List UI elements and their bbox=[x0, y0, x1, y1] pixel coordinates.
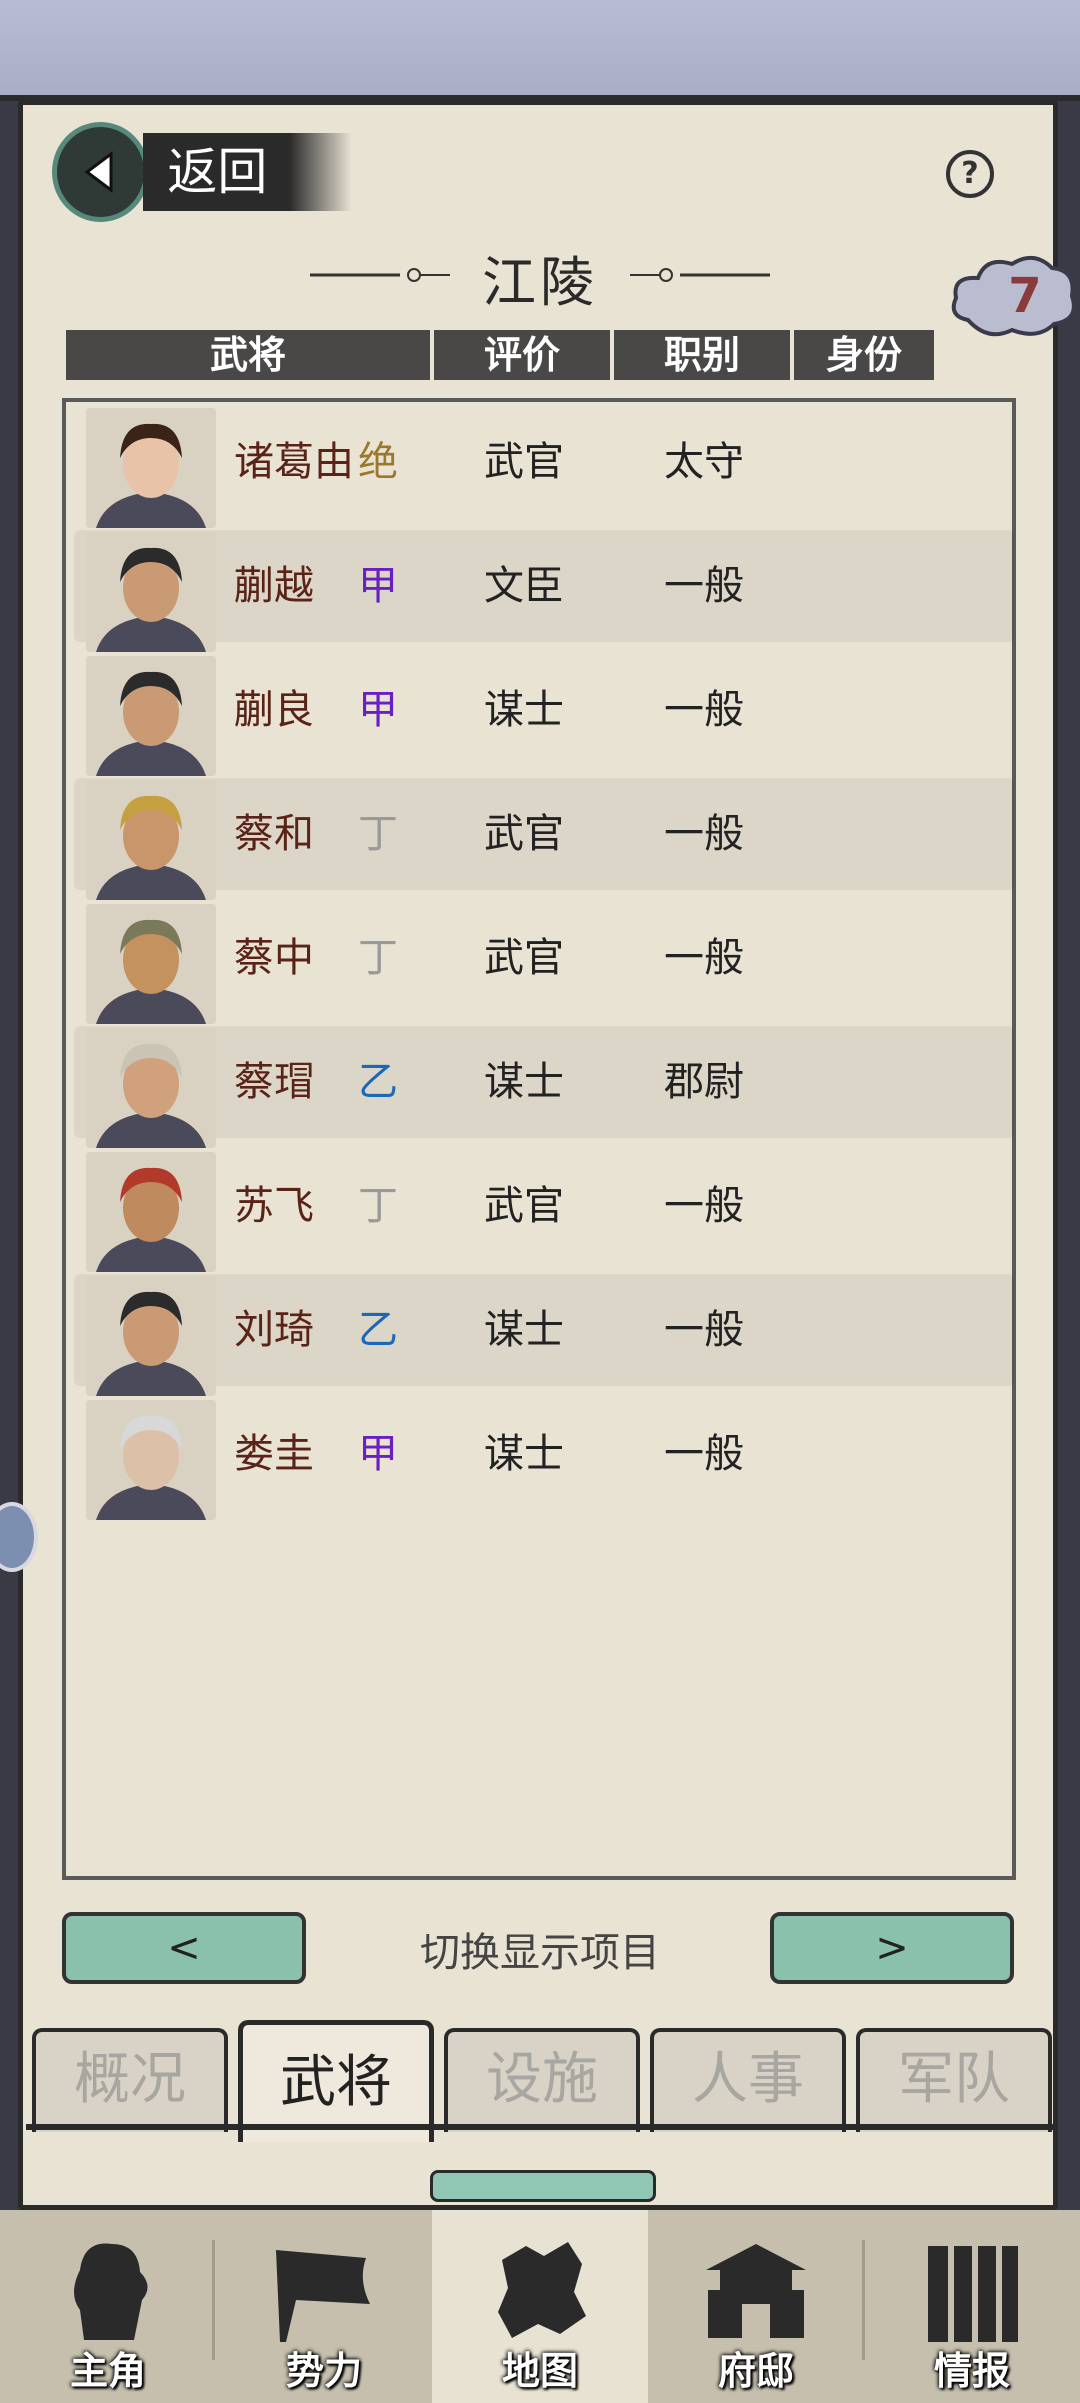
general-name: 苏飞 bbox=[234, 1183, 314, 1229]
general-status: 一般 bbox=[664, 811, 744, 857]
tab-army[interactable]: 军队 bbox=[856, 2028, 1052, 2132]
nav-mansion[interactable]: 府邸 bbox=[648, 2210, 864, 2403]
general-rating: 甲 bbox=[358, 1431, 398, 1477]
general-row[interactable]: 蔡瑁乙 谋士 郡尉 bbox=[74, 1026, 1014, 1148]
nav-label-forces: 势力 bbox=[285, 2349, 362, 2393]
tab-overview[interactable]: 概况 bbox=[32, 2028, 228, 2132]
column-header-post[interactable]: 职别 bbox=[614, 330, 790, 380]
general-status: 一般 bbox=[664, 563, 744, 609]
general-name: 蒯良 bbox=[234, 687, 314, 733]
general-rating: 乙 bbox=[358, 1059, 398, 1105]
general-table: 诸葛由绝武官 太守 蒯越甲文臣 一般 蒯良甲谋士 一般 蔡和丁武官 一般 蔡中丁武官 一般 蔡瑁乙谋… bbox=[62, 398, 1016, 1880]
title-ornament-right bbox=[630, 268, 770, 282]
general-post: 谋士 bbox=[484, 1059, 564, 1105]
tab-facilities[interactable]: 设施 bbox=[444, 2028, 640, 2132]
general-name: 蔡瑁 bbox=[234, 1059, 314, 1105]
general-name: 蔡中 bbox=[234, 935, 314, 981]
flag-icon bbox=[276, 2250, 370, 2342]
column-header-rating[interactable]: 评价 bbox=[434, 330, 610, 380]
column-header-status[interactable]: 身份 bbox=[794, 330, 934, 380]
general-row[interactable]: 刘琦乙 谋士 一般 bbox=[74, 1274, 1014, 1396]
tab-personnel[interactable]: 人事 bbox=[650, 2028, 846, 2132]
general-portrait bbox=[86, 532, 216, 652]
general-post: 武官 bbox=[484, 811, 564, 857]
nav-label-intel: 情报 bbox=[933, 2349, 1010, 2393]
general-portrait bbox=[86, 408, 216, 528]
general-post: 武官 bbox=[484, 935, 564, 981]
prev-page-button[interactable]: < bbox=[62, 1912, 306, 1984]
general-post: 武官 bbox=[484, 1183, 564, 1229]
general-rating: 丁 bbox=[358, 935, 398, 981]
general-post: 谋士 bbox=[484, 1307, 564, 1353]
nav-divider bbox=[212, 2240, 215, 2360]
back-arrow-icon bbox=[52, 122, 150, 222]
general-portrait bbox=[86, 1152, 216, 1272]
back-label: 返回 bbox=[143, 133, 352, 211]
general-row[interactable]: 娄圭甲 谋士 一般 bbox=[74, 1398, 1014, 1520]
switch-display-label: 切换显示项目 bbox=[420, 1930, 660, 1976]
general-portrait bbox=[86, 780, 216, 900]
general-status: 一般 bbox=[664, 1183, 744, 1229]
general-name: 刘琦 bbox=[234, 1307, 314, 1353]
nav-label-map: 地图 bbox=[501, 2349, 578, 2393]
general-post: 武官 bbox=[484, 439, 564, 485]
column-header-general[interactable]: 武将 bbox=[66, 330, 430, 380]
general-name: 蔡和 bbox=[234, 811, 314, 857]
tab-bar-divider bbox=[26, 2124, 1056, 2130]
general-portrait bbox=[86, 1400, 216, 1520]
general-portrait bbox=[86, 1276, 216, 1396]
general-status: 太守 bbox=[664, 439, 744, 485]
general-name: 蒯越 bbox=[234, 563, 314, 609]
nav-forces[interactable]: 势力 bbox=[216, 2210, 432, 2403]
nav-protagonist[interactable]: 主角 bbox=[0, 2210, 216, 2403]
general-rating: 乙 bbox=[358, 1307, 398, 1353]
general-status: 一般 bbox=[664, 935, 744, 981]
nav-intel[interactable]: 情报 bbox=[864, 2210, 1080, 2403]
general-post: 谋士 bbox=[484, 687, 564, 733]
general-status: 一般 bbox=[664, 687, 744, 733]
back-button[interactable]: 返回 bbox=[52, 122, 352, 222]
general-row[interactable]: 苏飞丁 武官 一般 bbox=[74, 1150, 1014, 1272]
nav-label-protagonist: 主角 bbox=[69, 2349, 146, 2393]
general-post: 文臣 bbox=[484, 563, 564, 609]
general-rating: 甲 bbox=[358, 563, 398, 609]
general-status: 一般 bbox=[664, 1431, 744, 1477]
general-row[interactable]: 蔡中丁 武官 一般 bbox=[74, 902, 1014, 1024]
general-portrait bbox=[86, 656, 216, 776]
nav-scroll-knob bbox=[430, 2170, 656, 2202]
nav-label-mansion: 府邸 bbox=[717, 2349, 794, 2393]
badge-count: 7 bbox=[1008, 268, 1042, 324]
general-status: 郡尉 bbox=[664, 1059, 744, 1105]
general-rating: 丁 bbox=[358, 811, 398, 857]
general-status: 一般 bbox=[664, 1307, 744, 1353]
general-row[interactable]: 蔡和丁 武官 一般 bbox=[74, 778, 1014, 900]
general-row[interactable]: 诸葛由绝武官 太守 bbox=[74, 406, 1014, 528]
mansion-icon bbox=[706, 2244, 806, 2338]
next-page-button[interactable]: > bbox=[770, 1912, 1014, 1984]
general-rating: 甲 bbox=[358, 687, 398, 733]
general-portrait bbox=[86, 904, 216, 1024]
warrior-head-icon bbox=[74, 2243, 148, 2340]
general-post: 谋士 bbox=[484, 1431, 564, 1477]
general-portrait bbox=[86, 1028, 216, 1148]
bottom-navigation: 主角 势力 地图 府邸 情报 bbox=[0, 2210, 1080, 2403]
decorative-top-band bbox=[0, 0, 1080, 101]
general-row[interactable]: 蒯良甲 谋士 一般 bbox=[74, 654, 1014, 776]
general-rating: 绝 bbox=[358, 439, 398, 485]
general-rating: 丁 bbox=[358, 1183, 398, 1229]
nav-map[interactable]: 地图 bbox=[432, 2210, 648, 2403]
general-row[interactable]: 蒯越甲 文臣 一般 bbox=[74, 530, 1014, 652]
map-icon bbox=[498, 2242, 586, 2338]
help-icon[interactable]: ? bbox=[946, 150, 994, 198]
scroll-icon bbox=[928, 2246, 1018, 2342]
general-name: 娄圭 bbox=[234, 1431, 314, 1477]
